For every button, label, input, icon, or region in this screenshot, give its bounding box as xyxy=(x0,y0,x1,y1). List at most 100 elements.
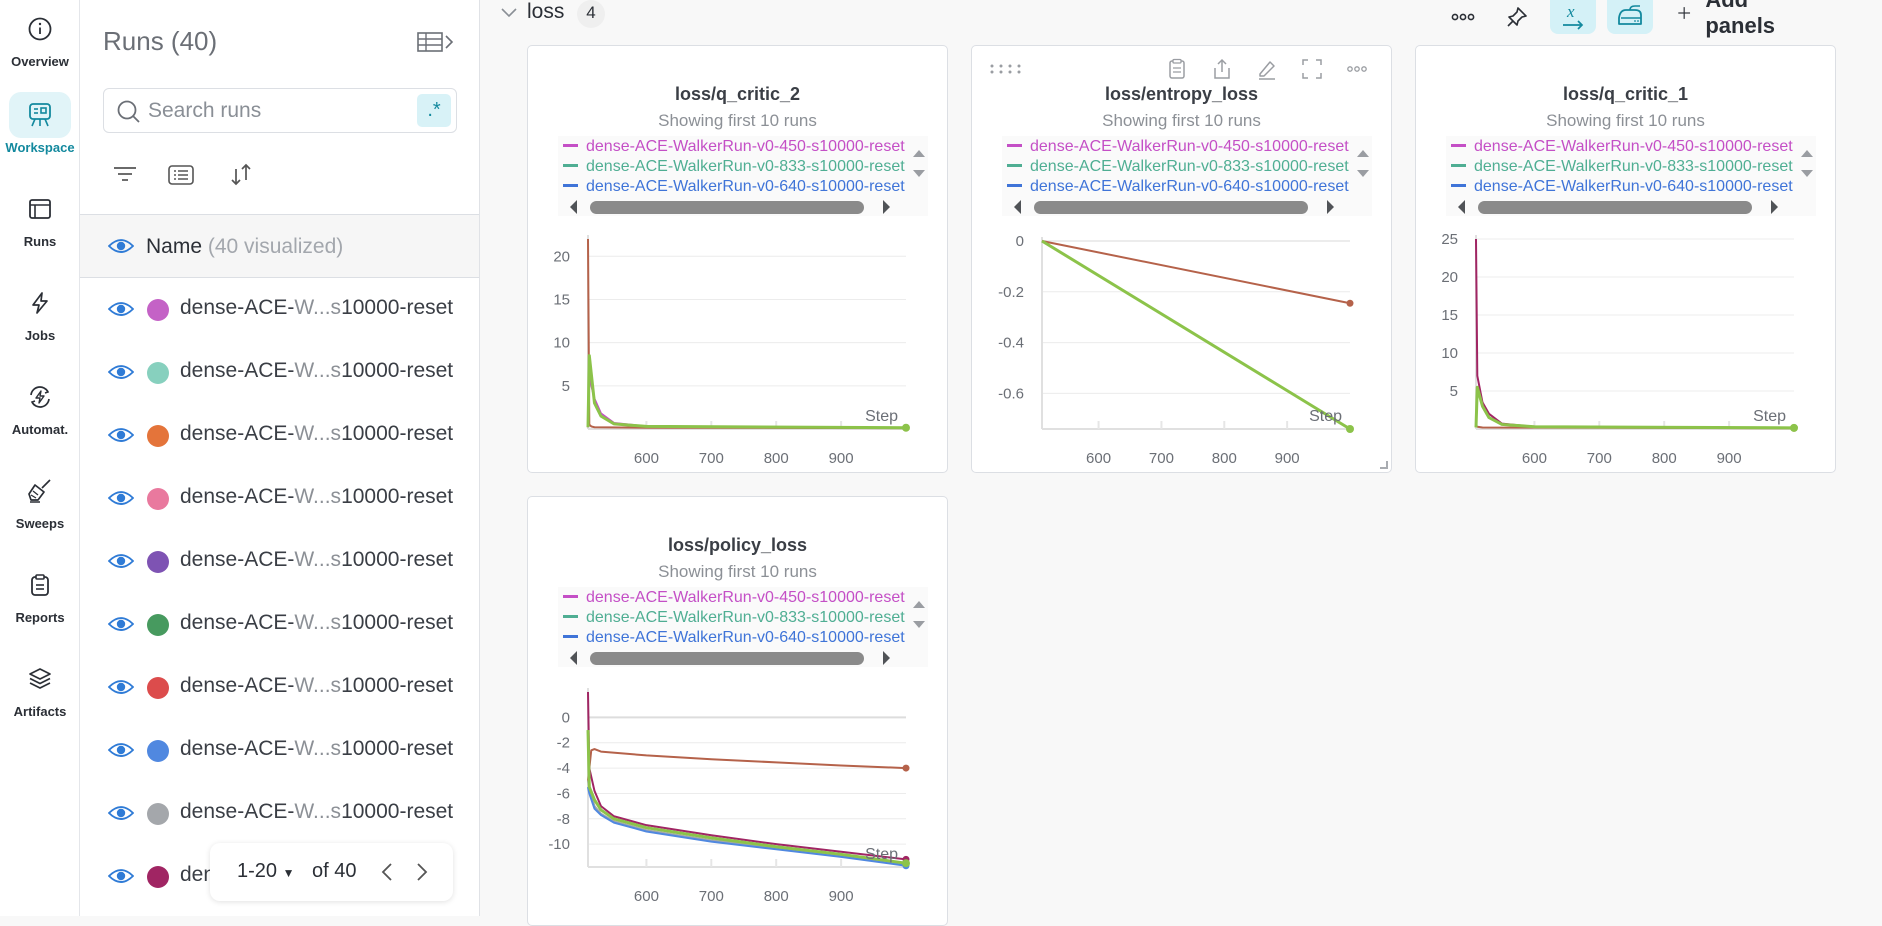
legend-scroll-down[interactable] xyxy=(1357,170,1369,177)
legend-scroll-up[interactable] xyxy=(913,601,925,608)
eye-icon[interactable] xyxy=(107,363,135,386)
legend-scroll-down[interactable] xyxy=(1801,170,1813,177)
run-color-dot[interactable] xyxy=(147,362,169,384)
scroll-thumb[interactable] xyxy=(590,652,864,665)
legend-horizontal-scrollbar[interactable] xyxy=(558,649,928,667)
run-color-dot[interactable] xyxy=(147,614,169,636)
smoothing-button[interactable] xyxy=(1607,0,1653,34)
eye-icon[interactable] xyxy=(107,237,135,260)
legend-scroll-up[interactable] xyxy=(1801,150,1813,157)
run-name[interactable]: dense-ACE-W...s10000-reset xyxy=(180,674,453,698)
run-color-dot[interactable] xyxy=(147,803,169,825)
filter-button[interactable] xyxy=(110,160,140,190)
run-name[interactable]: dense-ACE-W...s10000-reset xyxy=(180,422,453,446)
run-row[interactable]: dense-ACE-W...s10000-reset xyxy=(80,594,479,657)
line-chart[interactable]: 5 10 15 20 600 700 800 900 Step xyxy=(528,221,947,466)
legend-scroll-down[interactable] xyxy=(913,621,925,628)
run-color-dot[interactable] xyxy=(147,866,169,888)
run-row[interactable]: dense-ACE-W...s10000-reset xyxy=(80,279,479,342)
run-name[interactable]: dense-ACE-W...s10000-reset xyxy=(180,485,453,509)
clipboard-icon[interactable] xyxy=(1164,56,1190,82)
series-end-point[interactable] xyxy=(1790,423,1798,432)
nav-jobs[interactable]: Jobs xyxy=(0,280,80,343)
nav-reports[interactable]: Reports xyxy=(0,562,80,625)
nav-artifacts[interactable]: Artifacts xyxy=(0,656,80,719)
x-axis-settings-button[interactable]: x xyxy=(1550,0,1596,34)
legend-entry[interactable]: dense-ACE-WalkerRun-v0-450-s10000-reset xyxy=(563,589,905,609)
run-name[interactable]: dense-ACE-W...s10000-reset xyxy=(180,737,453,761)
legend-scroll-up[interactable] xyxy=(1357,150,1369,157)
run-color-dot[interactable] xyxy=(147,299,169,321)
run-row[interactable]: dense-ACE-W...s10000-reset xyxy=(80,468,479,531)
run-row[interactable]: dense-ACE-W...s10000-reset xyxy=(80,720,479,783)
legend-entry[interactable]: dense-ACE-WalkerRun-v0-833-s10000-reset xyxy=(1451,158,1793,178)
chart-panel[interactable]: loss/entropy_loss Showing first 10 runs de… xyxy=(971,45,1392,473)
series-end-point[interactable] xyxy=(1346,299,1354,307)
chevron-down-icon[interactable] xyxy=(500,6,518,25)
run-color-dot[interactable] xyxy=(147,425,169,447)
legend-entry[interactable]: dense-ACE-WalkerRun-v0-833-s10000-reset xyxy=(563,158,905,178)
eye-icon[interactable] xyxy=(107,489,135,512)
eye-icon[interactable] xyxy=(107,552,135,575)
run-row[interactable]: dense-ACE-W...s10000-reset xyxy=(80,342,479,405)
series-end-point[interactable] xyxy=(902,423,910,432)
scroll-right-arrow[interactable] xyxy=(1327,200,1334,214)
series-end-point[interactable] xyxy=(1346,425,1354,433)
legend-horizontal-scrollbar[interactable] xyxy=(1002,198,1372,216)
legend-entry[interactable]: dense-ACE-WalkerRun-v0-450-s10000-reset xyxy=(1007,138,1349,158)
scroll-left-arrow[interactable] xyxy=(1458,200,1465,214)
eye-icon[interactable] xyxy=(107,300,135,323)
run-name[interactable]: dense-ACE-W...s10000-reset xyxy=(180,800,453,824)
series-line-brown-run[interactable] xyxy=(587,238,907,430)
run-color-dot[interactable] xyxy=(147,488,169,510)
series-line-crimson-run[interactable] xyxy=(1475,238,1795,429)
run-name[interactable]: dense-ACE-W...s10000-reset xyxy=(180,296,453,320)
series-end-point[interactable] xyxy=(902,859,910,868)
run-row[interactable]: dense-ACE-W...s10000-reset xyxy=(80,405,479,468)
expand-table-button[interactable] xyxy=(416,30,460,56)
run-row[interactable]: dense-ACE-W...s10000-reset xyxy=(80,657,479,720)
edit-icon[interactable] xyxy=(1254,56,1280,82)
legend-entry[interactable]: dense-ACE-WalkerRun-v0-450-s10000-reset xyxy=(563,138,905,158)
page-range-dropdown[interactable]: 1-20 ▼ xyxy=(237,860,294,883)
eye-icon[interactable] xyxy=(107,741,135,764)
legend-horizontal-scrollbar[interactable] xyxy=(1446,198,1816,216)
series-line-green-run[interactable] xyxy=(586,354,907,430)
run-color-dot[interactable] xyxy=(147,677,169,699)
scroll-left-arrow[interactable] xyxy=(1014,200,1021,214)
series-line-green-run[interactable] xyxy=(1041,239,1351,431)
nav-runs[interactable]: Runs xyxy=(0,186,80,249)
legend-entry[interactable]: dense-ACE-WalkerRun-v0-833-s10000-reset xyxy=(563,609,905,629)
add-panels-button[interactable]: Add panels xyxy=(1677,0,1783,38)
chart-panel[interactable]: loss/q_critic_2 Showing first 10 runs dens… xyxy=(527,45,948,473)
scroll-right-arrow[interactable] xyxy=(883,200,890,214)
series-line-magenta-run[interactable] xyxy=(587,376,907,429)
next-page-button[interactable] xyxy=(410,859,434,885)
run-color-dot[interactable] xyxy=(147,551,169,573)
run-name[interactable]: dense-ACE-W...s10000-reset xyxy=(180,548,453,572)
legend-horizontal-scrollbar[interactable] xyxy=(558,198,928,216)
scroll-right-arrow[interactable] xyxy=(883,651,890,665)
series-line-brown-run[interactable] xyxy=(587,748,907,781)
sort-button[interactable] xyxy=(226,160,256,190)
legend-entry[interactable]: dense-ACE-WalkerRun-v0-833-s10000-reset xyxy=(1007,158,1349,178)
run-row[interactable]: dense-ACE-W...s10000-reset xyxy=(80,783,479,846)
series-line-green-run[interactable] xyxy=(586,730,907,865)
eye-icon[interactable] xyxy=(107,426,135,449)
nav-workspace[interactable]: Workspace xyxy=(0,92,80,155)
eye-icon[interactable] xyxy=(107,678,135,701)
series-end-point[interactable] xyxy=(902,764,910,772)
legend-entry[interactable]: dense-ACE-WalkerRun-v0-640-s10000-reset xyxy=(563,178,905,198)
eye-icon[interactable] xyxy=(107,615,135,638)
more-options-button[interactable] xyxy=(1446,0,1480,34)
legend-scroll-down[interactable] xyxy=(913,170,925,177)
run-name[interactable]: dense-ACE-W...s10000-reset xyxy=(180,611,453,635)
line-chart[interactable]: 0 -0.2 -0.4 -0.6 600 700 800 900 Step xyxy=(972,221,1391,466)
legend-entry[interactable]: dense-ACE-WalkerRun-v0-640-s10000-reset xyxy=(1451,178,1793,198)
run-name[interactable]: dense-ACE-W...s10000-reset xyxy=(180,359,453,383)
scroll-thumb[interactable] xyxy=(590,201,864,214)
series-line-green-run[interactable] xyxy=(1474,385,1795,430)
chart-panel[interactable]: loss/q_critic_1 Showing first 10 runs dens… xyxy=(1415,45,1836,473)
scroll-left-arrow[interactable] xyxy=(570,200,577,214)
scroll-thumb[interactable] xyxy=(1034,201,1308,214)
